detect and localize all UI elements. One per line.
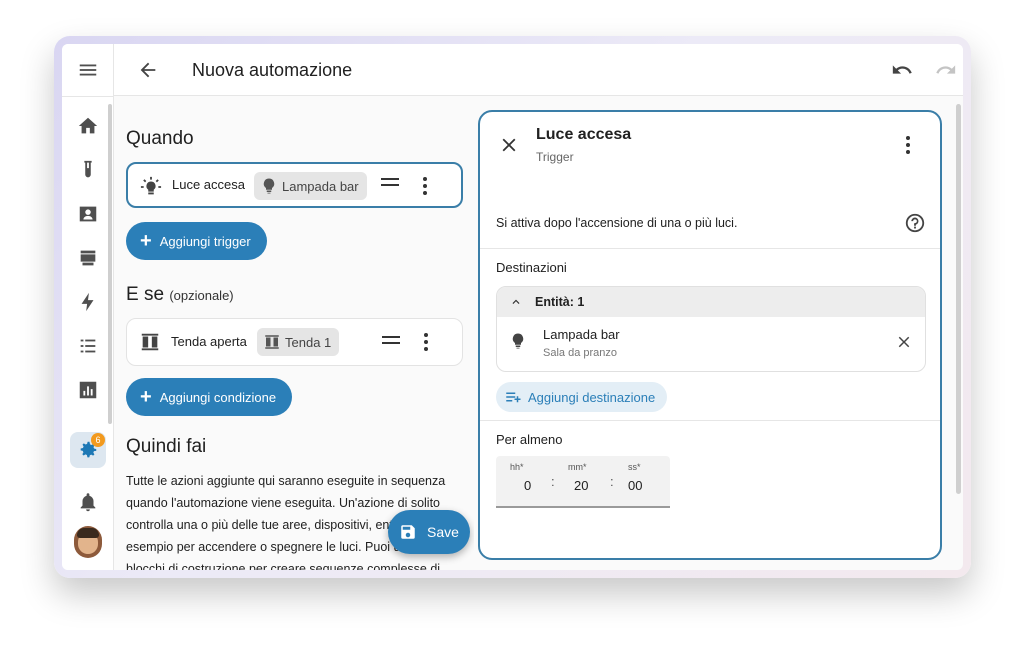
when-title: Quando	[126, 128, 194, 149]
notification-badge: 6	[91, 433, 105, 447]
and-if-label: E se	[126, 284, 165, 305]
test-tube-icon[interactable]	[70, 152, 106, 188]
entities-header[interactable]: Entità: 1	[497, 287, 925, 317]
condition-entity-chip[interactable]: Tenda 1	[257, 328, 340, 356]
add-target-button[interactable]: Aggiungi destinazione	[496, 382, 668, 412]
page-title: Nuova automazione	[192, 60, 353, 80]
redo-icon[interactable]	[934, 58, 958, 82]
trigger-entity-chip-label: Lampada bar	[282, 178, 359, 194]
lightning-icon[interactable]	[70, 284, 106, 320]
add-trigger-button[interactable]: + Aggiungi trigger	[126, 222, 267, 260]
duration-input[interactable]: hh* 0 : mm* 20 : ss* 00	[496, 456, 670, 508]
back-arrow-icon[interactable]	[136, 58, 160, 82]
chevron-up-icon	[509, 295, 523, 309]
duration-label: Per almeno	[496, 432, 563, 447]
entity-name: Lampada bar	[543, 327, 620, 342]
chart-icon[interactable]	[70, 372, 106, 408]
avatar[interactable]	[74, 526, 102, 558]
and-if-title: E se (opzionale)	[126, 284, 234, 306]
save-button[interactable]: Save	[388, 510, 470, 554]
panel-divider	[480, 420, 940, 421]
save-label: Save	[427, 524, 459, 540]
panel-subtitle: Trigger	[536, 150, 574, 164]
avatar-hair	[77, 528, 99, 538]
condition-menu-icon[interactable]	[416, 331, 436, 353]
targets-label: Destinazioni	[496, 260, 567, 275]
app-window: 6 Nuova automazione Quando Luce accesa L…	[62, 44, 963, 570]
bell-icon[interactable]	[70, 484, 106, 520]
sidebar-divider	[62, 96, 114, 97]
add-condition-button[interactable]: + Aggiungi condizione	[126, 378, 293, 416]
playlist-add-icon	[506, 392, 521, 403]
targets-box: Entità: 1 Lampada bar Sala da pranzo	[496, 286, 926, 372]
trigger-menu-icon[interactable]	[415, 175, 435, 197]
help-icon[interactable]	[904, 212, 926, 234]
entity-area: Sala da pranzo	[543, 347, 617, 359]
panel-menu-icon[interactable]	[898, 134, 918, 156]
seconds-field[interactable]: 00	[628, 478, 642, 493]
main-scrollbar[interactable]	[956, 104, 961, 494]
condition-label: Tenda aperta	[171, 334, 247, 349]
optional-label: (opzionale)	[169, 288, 234, 303]
time-separator: :	[551, 474, 555, 489]
plus-icon: +	[140, 386, 152, 408]
hours-field[interactable]: 0	[524, 478, 531, 493]
add-target-label: Aggiungi destinazione	[528, 389, 656, 405]
trigger-entity-chip[interactable]: Lampada bar	[254, 172, 367, 200]
trigger-label: Luce accesa	[172, 177, 245, 192]
drag-handle-icon[interactable]	[382, 332, 400, 350]
curtain-icon	[139, 331, 161, 353]
sidebar: 6	[62, 44, 114, 570]
hacs-store-icon[interactable]	[70, 240, 106, 276]
floppy-disk-icon	[401, 525, 415, 539]
seconds-unit: ss*	[628, 462, 641, 472]
gear-icon[interactable]: 6	[70, 432, 106, 468]
undo-icon[interactable]	[890, 58, 914, 82]
top-bar: Nuova automazione	[114, 44, 963, 96]
light-bulb-icon	[509, 331, 527, 351]
drag-handle-icon[interactable]	[381, 174, 399, 192]
panel-divider	[480, 248, 940, 249]
trigger-row[interactable]: Luce accesa Lampada bar	[126, 162, 463, 208]
add-condition-label: Aggiungi condizione	[159, 389, 277, 405]
remove-entity-icon[interactable]	[895, 333, 913, 351]
window-frame: 6 Nuova automazione Quando Luce accesa L…	[54, 36, 971, 578]
condition-entity-chip-label: Tenda 1	[285, 334, 332, 350]
entities-count: Entità: 1	[535, 295, 585, 309]
person-card-icon[interactable]	[70, 196, 106, 232]
list-icon[interactable]	[70, 328, 106, 364]
condition-row[interactable]: Tenda aperta Tenda 1	[126, 318, 463, 366]
add-trigger-label: Aggiungi trigger	[159, 233, 251, 249]
trigger-detail-panel: Luce accesa Trigger Si attiva dopo l'acc…	[478, 110, 942, 560]
panel-description: Si attiva dopo l'accensione di una o più…	[496, 216, 738, 230]
minutes-unit: mm*	[568, 462, 587, 472]
time-separator: :	[610, 474, 614, 489]
hours-unit: hh*	[510, 462, 524, 472]
menu-icon[interactable]	[70, 52, 106, 88]
panel-title: Luce accesa	[536, 126, 632, 143]
minutes-field[interactable]: 20	[574, 478, 588, 493]
close-icon[interactable]	[498, 134, 520, 156]
sidebar-scrollbar[interactable]	[108, 104, 112, 424]
home-icon[interactable]	[70, 108, 106, 144]
plus-icon: +	[140, 230, 152, 252]
light-bulb-on-icon	[140, 176, 162, 198]
then-title: Quindi fai	[126, 436, 207, 457]
automation-editor: Quando Luce accesa Lampada bar + Aggiung…	[114, 96, 474, 570]
